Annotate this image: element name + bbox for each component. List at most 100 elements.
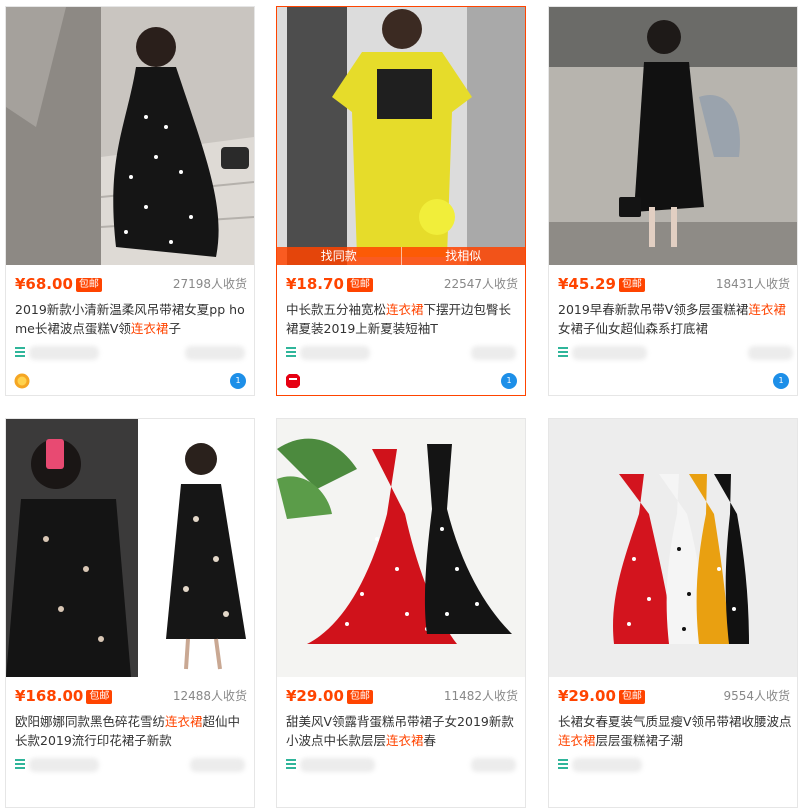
location-redacted (190, 758, 245, 772)
price-value: ¥29.00 (286, 687, 344, 705)
price: ¥68.00 包邮 (15, 272, 102, 296)
product-card[interactable]: ¥29.00 包邮 11482人收货 甜美风V领露背蛋糕吊带裙子女2019新款小波… (276, 418, 526, 808)
product-image[interactable] (6, 419, 254, 677)
footer-row: 1 (285, 371, 519, 393)
title-text: 2019新款小清新温柔风吊带裙女夏pp home长裙波点蛋糕V领 (15, 302, 245, 336)
sales-count: 11482人收货 (443, 689, 518, 703)
shop-name-redacted[interactable] (29, 758, 99, 772)
shop-name-redacted[interactable] (572, 346, 647, 360)
product-photo (277, 419, 525, 677)
shop-name-redacted[interactable] (572, 758, 642, 772)
product-photo (549, 419, 797, 677)
price-row: ¥168.00 包邮 12488人收货 (15, 684, 247, 710)
price-value: ¥68.00 (15, 275, 73, 293)
shop-icon (286, 347, 296, 359)
product-card[interactable]: ¥168.00 包邮 12488人收货 欧阳娜娜同款黑色碎花雪纺连衣裙超仙中长款2… (5, 418, 255, 808)
find-same-button[interactable]: 找同款 (277, 247, 401, 265)
product-photo (6, 7, 254, 265)
footer-row: 1 (557, 371, 791, 393)
sales-count: 12488人收货 (172, 689, 247, 703)
price-row: ¥29.00 包邮 11482人收货 (286, 684, 518, 710)
price-row: ¥45.29 包邮 18431人收货 (558, 272, 790, 298)
product-image[interactable]: 找同款 找相似 (277, 7, 525, 265)
title-text: 欧阳娜娜同款黑色碎花雪纺 (15, 714, 166, 729)
product-photo (549, 7, 797, 265)
title-text: 层层蛋糕裙子潮 (595, 733, 684, 748)
title-keyword: 连衣裙 (130, 321, 169, 336)
price-row: ¥18.70 包邮 22547人收货 (286, 272, 518, 298)
title-text: 女裙子仙女超仙森系打底裙 (558, 321, 709, 336)
find-similar-button[interactable]: 找相似 (400, 247, 525, 265)
product-title[interactable]: 中长款五分袖宽松连衣裙下摆开边包臀长裙夏装2019上新夏装短袖T (286, 300, 520, 338)
price-value: ¥18.70 (286, 275, 344, 293)
shop-icon (286, 759, 296, 771)
sales-count: 9554人收货 (723, 689, 790, 703)
shop-icon (558, 759, 568, 771)
title-text: 长裙女春夏装气质显瘦V领吊带裙收腰波点 (558, 714, 792, 729)
title-keyword: 连衣裙 (386, 733, 424, 748)
shop-row (286, 756, 518, 774)
sales-count: 18431人收货 (715, 277, 790, 291)
sales-count: 27198人收货 (172, 277, 247, 291)
free-shipping-badge: 包邮 (75, 278, 102, 292)
product-photo (6, 419, 254, 677)
free-shipping-badge: 包邮 (618, 690, 645, 704)
title-keyword: 连衣裙 (386, 302, 424, 317)
shop-name-redacted[interactable] (29, 346, 99, 360)
title-text: 子 (168, 321, 181, 336)
hover-action-bar: 找同款 找相似 (277, 247, 525, 265)
price: ¥18.70 包邮 (286, 272, 373, 296)
product-title[interactable]: 欧阳娜娜同款黑色碎花雪纺连衣裙超仙中长款2019流行印花裙子新款 (15, 712, 249, 750)
price-row: ¥29.00 包邮 9554人收货 (558, 684, 790, 710)
product-grid: ¥68.00 包邮 27198人收货 2019新款小清新温柔风吊带裙女夏pp ho… (0, 0, 808, 808)
location-redacted (185, 346, 245, 360)
wangwang-chat-icon[interactable]: 1 (773, 373, 789, 389)
location-redacted (471, 346, 516, 360)
product-image[interactable] (549, 419, 797, 677)
wangwang-chat-icon[interactable]: 1 (501, 373, 517, 389)
shop-row (15, 756, 247, 774)
free-shipping-badge: 包邮 (618, 278, 645, 292)
sales-count: 22547人收货 (443, 277, 518, 291)
price: ¥29.00 包邮 (558, 684, 645, 708)
price: ¥29.00 包邮 (286, 684, 373, 708)
title-text: 春 (423, 733, 437, 748)
free-shipping-badge: 包邮 (346, 690, 373, 704)
price: ¥168.00 包邮 (15, 684, 113, 708)
product-title[interactable]: 甜美风V领露背蛋糕吊带裙子女2019新款小波点中长款层层连衣裙春 (286, 712, 520, 750)
product-card[interactable]: 找同款 找相似 ¥18.70 包邮 22547人收货 中长款五分袖宽松连衣裙下摆开… (276, 6, 526, 396)
title-text: 中长款五分袖宽松 (286, 302, 387, 317)
free-shipping-badge: 包邮 (346, 278, 373, 292)
shop-name-redacted[interactable] (300, 758, 375, 772)
title-keyword: 连衣裙 (558, 733, 596, 748)
price: ¥45.29 包邮 (558, 272, 645, 296)
price-row: ¥68.00 包邮 27198人收货 (15, 272, 247, 298)
shop-row (15, 344, 247, 362)
product-image[interactable] (6, 7, 254, 265)
price-value: ¥45.29 (558, 275, 616, 293)
gold-medal-icon[interactable] (14, 373, 30, 389)
product-card[interactable]: ¥45.29 包邮 18431人收货 2019早春新款吊带V领多层蛋糕裙连衣裙女裙… (548, 6, 798, 396)
shop-row (558, 344, 793, 362)
shop-icon (15, 347, 25, 359)
product-title[interactable]: 2019新款小清新温柔风吊带裙女夏pp home长裙波点蛋糕V领连衣裙子 (15, 300, 249, 338)
location-redacted (471, 758, 516, 772)
product-image[interactable] (277, 419, 525, 677)
product-title[interactable]: 2019早春新款吊带V领多层蛋糕裙连衣裙女裙子仙女超仙森系打底裙 (558, 300, 792, 338)
tmall-icon[interactable] (285, 373, 301, 389)
shop-icon (558, 347, 568, 359)
product-card[interactable]: ¥29.00 包邮 9554人收货 长裙女春夏装气质显瘦V领吊带裙收腰波点连衣裙层… (548, 418, 798, 808)
shop-name-redacted[interactable] (300, 346, 370, 360)
product-photo (277, 7, 525, 265)
shop-row (558, 756, 790, 774)
price-value: ¥168.00 (15, 687, 84, 705)
title-text: 2019早春新款吊带V领多层蛋糕裙 (558, 302, 749, 317)
shop-row (286, 344, 518, 362)
price-value: ¥29.00 (558, 687, 616, 705)
product-image[interactable] (549, 7, 797, 265)
footer-row: 1 (14, 371, 248, 393)
product-title[interactable]: 长裙女春夏装气质显瘦V领吊带裙收腰波点连衣裙层层蛋糕裙子潮 (558, 712, 792, 750)
wangwang-chat-icon[interactable]: 1 (230, 373, 246, 389)
shop-icon (15, 759, 25, 771)
product-card[interactable]: ¥68.00 包邮 27198人收货 2019新款小清新温柔风吊带裙女夏pp ho… (5, 6, 255, 396)
